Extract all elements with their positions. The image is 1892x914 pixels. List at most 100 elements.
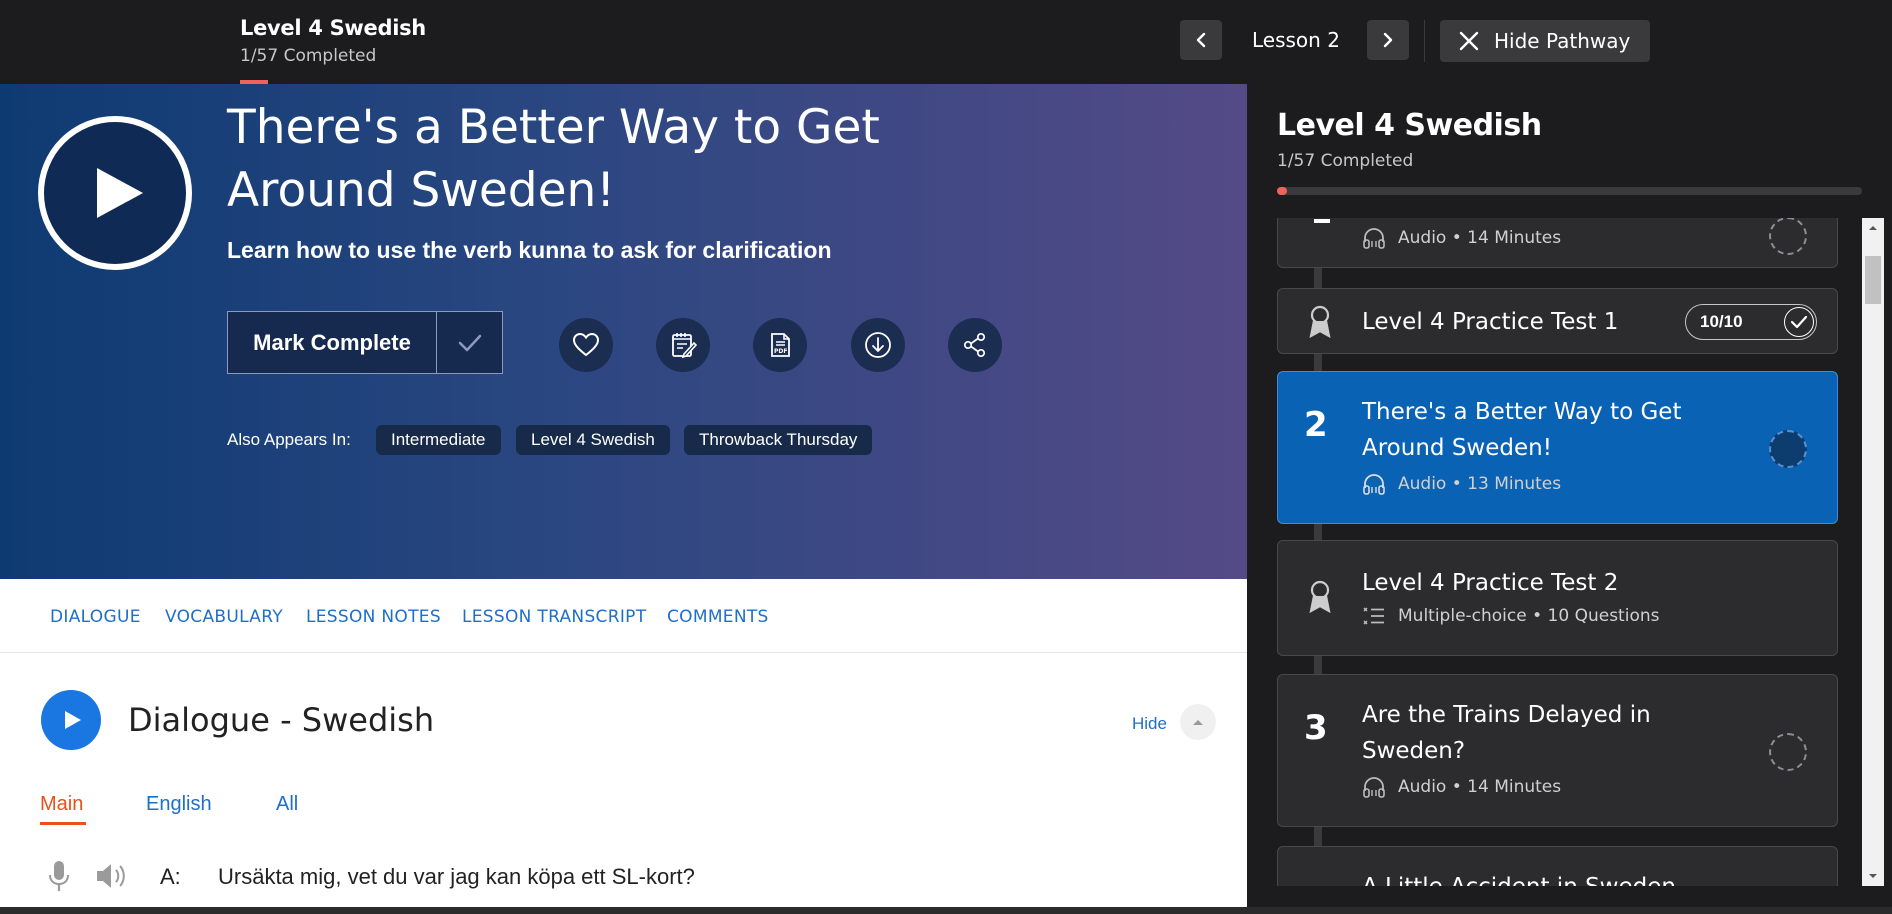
pdf-button[interactable]: PDF	[753, 318, 807, 372]
chevron-left-icon	[1196, 32, 1206, 48]
check-icon	[1784, 307, 1814, 337]
share-button[interactable]	[948, 318, 1002, 372]
tab-vocabulary[interactable]: VOCABULARY	[165, 607, 283, 627]
also-appears-label: Also Appears In:	[227, 430, 351, 449]
item-title: A Little Accident in Sweden	[1362, 869, 1742, 886]
window-bottom-edge	[0, 907, 1892, 914]
lesson-play-button[interactable]	[38, 116, 192, 270]
pathway-item[interactable]: Level 4 Practice Test 2 Multiple-choice …	[1277, 540, 1838, 656]
tab-comments[interactable]: COMMENTS	[667, 607, 769, 627]
pathway-title: Level 4 Swedish	[1277, 108, 1542, 143]
notebook-icon	[672, 333, 698, 359]
next-lesson-button[interactable]	[1367, 20, 1409, 60]
tag-throwback-thursday[interactable]: Throwback Thursday	[684, 425, 873, 455]
test-score-badge: 10/10	[1685, 304, 1817, 340]
toolbar-divider	[1424, 20, 1425, 62]
lesson-status-circle[interactable]	[1769, 218, 1807, 255]
item-meta-text: Multiple-choice • 10 Questions	[1398, 606, 1660, 626]
pathway-list: Audio • 14 Minutes Level 4 Practice Test…	[1247, 218, 1859, 886]
item-meta: Audio • 14 Minutes	[1362, 776, 1561, 798]
dialogue-line: Ursäkta mig, vet du var jag kan köpa ett…	[218, 864, 695, 889]
dialogue-play-button[interactable]	[41, 690, 101, 750]
close-icon	[1459, 31, 1479, 51]
pathway-item[interactable]: Level 4 Practice Test 1 10/10	[1277, 288, 1838, 354]
play-icon	[97, 168, 143, 218]
item-title: There's a Better Way to Get Around Swede…	[1362, 399, 1682, 461]
lesson-number: 3	[1304, 708, 1328, 748]
dialogue-title: Dialogue - Swedish	[128, 701, 435, 739]
mark-complete-label: Mark Complete	[228, 312, 437, 373]
lesson-number: 2	[1304, 405, 1328, 445]
item-title: Are the Trains Delayed in Sweden?	[1362, 702, 1651, 764]
hide-pathway-label: Hide Pathway	[1494, 29, 1631, 53]
tag-intermediate[interactable]: Intermediate	[376, 425, 501, 455]
pdf-icon: PDF	[771, 333, 790, 357]
download-button[interactable]	[851, 318, 905, 372]
checklist-icon	[1363, 607, 1384, 625]
scrollbar-thumb[interactable]	[1865, 256, 1881, 304]
dialogue-speaker: A:	[160, 864, 181, 889]
previous-lesson-button[interactable]	[1180, 20, 1222, 60]
favorite-button[interactable]	[559, 318, 613, 372]
item-meta-text: Audio • 14 Minutes	[1398, 228, 1562, 248]
subtab-all[interactable]: All	[276, 793, 298, 816]
item-meta-text: Audio • 13 Minutes	[1398, 474, 1562, 494]
lesson-title: There's a Better Way to Get Around Swede…	[227, 100, 880, 218]
pathway-item[interactable]: A Little Accident in Sweden	[1277, 846, 1838, 886]
lesson-status-circle[interactable]	[1769, 733, 1807, 771]
tab-lesson-transcript[interactable]: LESSON TRANSCRIPT	[462, 607, 646, 627]
speaker-icon	[97, 864, 125, 888]
mark-complete-button[interactable]: Mark Complete	[227, 311, 503, 374]
pathway-scrollbar[interactable]	[1862, 218, 1884, 886]
scroll-down-arrow[interactable]	[1862, 866, 1884, 886]
tag-level-4-swedish[interactable]: Level 4 Swedish	[516, 425, 670, 455]
pathway-sidebar: Level 4 Swedish 1/57 Completed Audio • 1…	[1247, 84, 1892, 914]
top-bar: Level 4 Swedish 1/57 Completed Lesson 2 …	[0, 0, 1892, 84]
item-meta: Audio • 13 Minutes	[1362, 473, 1561, 495]
item-meta: Multiple-choice • 10 Questions	[1362, 605, 1659, 627]
pathway-progress-bar	[1277, 187, 1862, 195]
check-icon	[437, 312, 502, 373]
pathway-item[interactable]: 3 Are the Trains Delayed in Sweden? Audi…	[1277, 674, 1838, 827]
download-icon	[865, 332, 891, 358]
caret-up-icon	[1193, 720, 1203, 725]
headphones-icon	[1363, 474, 1385, 495]
play-line-button[interactable]	[95, 859, 129, 893]
test-score: 10/10	[1700, 312, 1743, 331]
notes-button[interactable]	[656, 318, 710, 372]
lesson-hero: There's a Better Way to Get Around Swede…	[0, 84, 1247, 579]
item-meta: Audio • 14 Minutes	[1362, 227, 1561, 249]
lesson-status-circle[interactable]	[1769, 430, 1807, 468]
pathway-progress-fill	[1277, 187, 1288, 195]
collapse-dialogue-button[interactable]	[1180, 704, 1216, 740]
subtab-english[interactable]: English	[146, 793, 212, 816]
headphones-icon	[1363, 777, 1385, 798]
award-icon	[1309, 305, 1331, 338]
pathway-item[interactable]: Audio • 14 Minutes	[1277, 218, 1838, 268]
chevron-right-icon	[1383, 32, 1393, 48]
record-button[interactable]	[42, 859, 76, 893]
item-title: Level 4 Practice Test 2	[1362, 570, 1619, 596]
scroll-up-arrow[interactable]	[1862, 218, 1884, 238]
lesson-number-fragment	[1314, 219, 1330, 223]
headphones-icon	[1363, 228, 1385, 249]
current-lesson-label: Lesson 2	[1252, 28, 1340, 52]
lesson-subtitle: Learn how to use the verb kunna to ask f…	[227, 237, 832, 263]
lesson-content: DIALOGUE VOCABULARY LESSON NOTES LESSON …	[0, 579, 1247, 914]
tab-dialogue[interactable]: DIALOGUE	[50, 607, 141, 627]
course-progress-text: 1/57 Completed	[240, 46, 377, 66]
course-title: Level 4 Swedish	[240, 16, 426, 40]
share-icon	[963, 332, 986, 358]
subtab-main[interactable]: Main	[40, 793, 83, 816]
pathway-progress-text: 1/57 Completed	[1277, 151, 1414, 171]
tab-lesson-notes[interactable]: LESSON NOTES	[306, 607, 441, 627]
heart-icon	[572, 332, 600, 357]
active-subtab-indicator	[40, 822, 86, 825]
pathway-item-active[interactable]: 2 There's a Better Way to Get Around Swe…	[1277, 371, 1838, 524]
play-icon	[65, 711, 81, 729]
hide-pathway-button[interactable]: Hide Pathway	[1440, 20, 1650, 62]
lesson-tabs: DIALOGUE VOCABULARY LESSON NOTES LESSON …	[0, 579, 1247, 653]
microphone-icon	[49, 861, 69, 891]
svg-text:PDF: PDF	[774, 348, 787, 355]
hide-dialogue-link[interactable]: Hide	[1132, 714, 1167, 734]
